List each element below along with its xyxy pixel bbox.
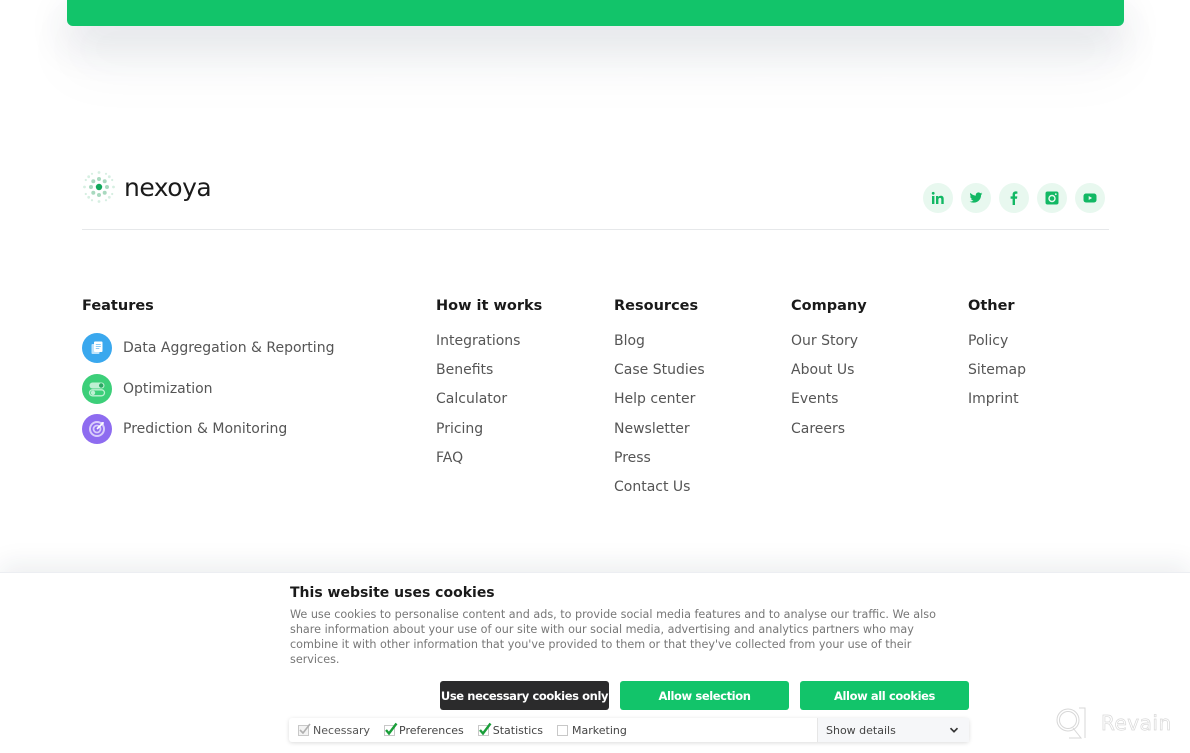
checkbox-label: Statistics <box>492 723 544 737</box>
cookie-banner-text: We use cookies to personalise content an… <box>290 608 936 666</box>
footer-column-features: Features Data Aggregation & Reporting Op… <box>82 298 334 450</box>
how-it-works-heading: How it works <box>436 298 543 314</box>
checkbox-marketing[interactable]: Marketing <box>557 724 627 737</box>
linkedin-link[interactable] <box>923 183 953 213</box>
feature-label: Prediction & Monitoring <box>123 421 288 438</box>
feature-optimization[interactable]: Optimization <box>82 369 334 410</box>
logo-wordmark: nexoya <box>124 172 212 202</box>
checkbox-box[interactable] <box>477 722 492 736</box>
footer-link-contact-us[interactable]: Contact Us <box>614 478 705 507</box>
checkbox-statistics[interactable]: Statistics <box>477 722 544 737</box>
footer-link-about-us[interactable]: About Us <box>791 361 867 390</box>
cta-banner-bottom-edge <box>67 0 1124 26</box>
footer-link-help-center[interactable]: Help center <box>614 390 705 419</box>
footer-link-careers[interactable]: Careers <box>791 420 867 449</box>
twitter-icon <box>969 192 983 203</box>
feature-prediction-monitoring[interactable]: Prediction & Monitoring <box>82 409 334 450</box>
footer-link-benefits[interactable]: Benefits <box>436 361 542 390</box>
cookie-consent-banner: This website uses cookies We use cookies… <box>0 572 1190 753</box>
checkmark-icon <box>478 722 492 735</box>
target-icon <box>82 414 112 445</box>
checkbox-label: Preferences <box>399 723 464 737</box>
feature-data-aggregation[interactable]: Data Aggregation & Reporting <box>82 328 334 369</box>
checkmark-icon <box>299 723 311 734</box>
checkbox-box[interactable] <box>384 722 398 736</box>
checkbox-label: Necessary <box>313 723 371 737</box>
youtube-link[interactable] <box>1075 183 1105 213</box>
feature-label: Optimization <box>123 380 213 397</box>
features-heading: Features <box>82 298 154 314</box>
footer-link-sitemap[interactable]: Sitemap <box>968 361 1026 390</box>
checkbox-box[interactable] <box>298 723 311 736</box>
footer-link-blog[interactable]: Blog <box>614 332 705 361</box>
chevron-down-icon <box>949 725 959 735</box>
footer-link-faq[interactable]: FAQ <box>436 449 542 478</box>
revain-wordmark: Revain <box>1101 711 1172 736</box>
linkedin-icon <box>931 191 944 204</box>
footer-column-other: Other Policy Sitemap Imprint <box>968 298 1026 420</box>
show-details-label: Show details <box>826 723 896 737</box>
facebook-icon <box>1010 191 1018 205</box>
logo-mark-icon <box>83 171 115 203</box>
footer-link-our-story[interactable]: Our Story <box>791 332 867 361</box>
footer-link-pricing[interactable]: Pricing <box>436 420 542 449</box>
cookie-banner-title: This website uses cookies <box>290 585 495 601</box>
footer-link-case-studies[interactable]: Case Studies <box>614 361 705 390</box>
footer-top-bar: nexoya <box>82 166 1109 230</box>
toggle-icon <box>82 373 112 404</box>
footer-column-company: Company Our Story About Us Events Career… <box>791 298 867 449</box>
youtube-icon <box>1083 193 1097 203</box>
footer-link-calculator[interactable]: Calculator <box>436 390 542 419</box>
instagram-icon <box>1045 191 1059 205</box>
footer-link-press[interactable]: Press <box>614 449 705 478</box>
facebook-link[interactable] <box>999 183 1029 213</box>
revain-logo-icon <box>1056 707 1086 739</box>
cookie-category-selector: Necessary Preferences Statistics Marketi… <box>289 718 969 742</box>
revain-watermark: Revain <box>1055 706 1172 740</box>
show-details-toggle[interactable]: Show details <box>817 718 969 742</box>
footer-link-imprint[interactable]: Imprint <box>968 390 1026 419</box>
social-links <box>923 183 1105 213</box>
footer-link-integrations[interactable]: Integrations <box>436 332 542 361</box>
footer-link-newsletter[interactable]: Newsletter <box>614 420 705 449</box>
checkbox-box[interactable] <box>557 724 569 736</box>
checkbox-necessary[interactable]: Necessary <box>298 723 371 737</box>
cookie-checkboxes: Necessary Preferences Statistics Marketi… <box>289 718 817 742</box>
checkbox-label: Marketing <box>572 723 627 737</box>
footer-column-how-it-works: How it works Integrations Benefits Calcu… <box>436 298 542 478</box>
footer-link-policy[interactable]: Policy <box>968 332 1026 361</box>
feature-label: Data Aggregation & Reporting <box>123 340 335 357</box>
company-heading: Company <box>791 298 867 314</box>
instagram-link[interactable] <box>1037 183 1067 213</box>
document-icon <box>82 333 112 364</box>
allow-all-cookies-button[interactable]: Allow all cookies <box>800 681 969 710</box>
twitter-link[interactable] <box>961 183 991 213</box>
use-necessary-cookies-only-button[interactable]: Use necessary cookies only <box>440 681 609 710</box>
nexoya-logo[interactable]: nexoya <box>82 170 212 204</box>
footer-link-events[interactable]: Events <box>791 390 867 419</box>
resources-heading: Resources <box>614 298 699 314</box>
checkbox-preferences[interactable]: Preferences <box>384 722 464 737</box>
allow-selection-button[interactable]: Allow selection <box>620 681 789 710</box>
checkmark-icon <box>385 722 398 735</box>
footer-column-resources: Resources Blog Case Studies Help center … <box>614 298 705 507</box>
other-heading: Other <box>968 298 1015 314</box>
